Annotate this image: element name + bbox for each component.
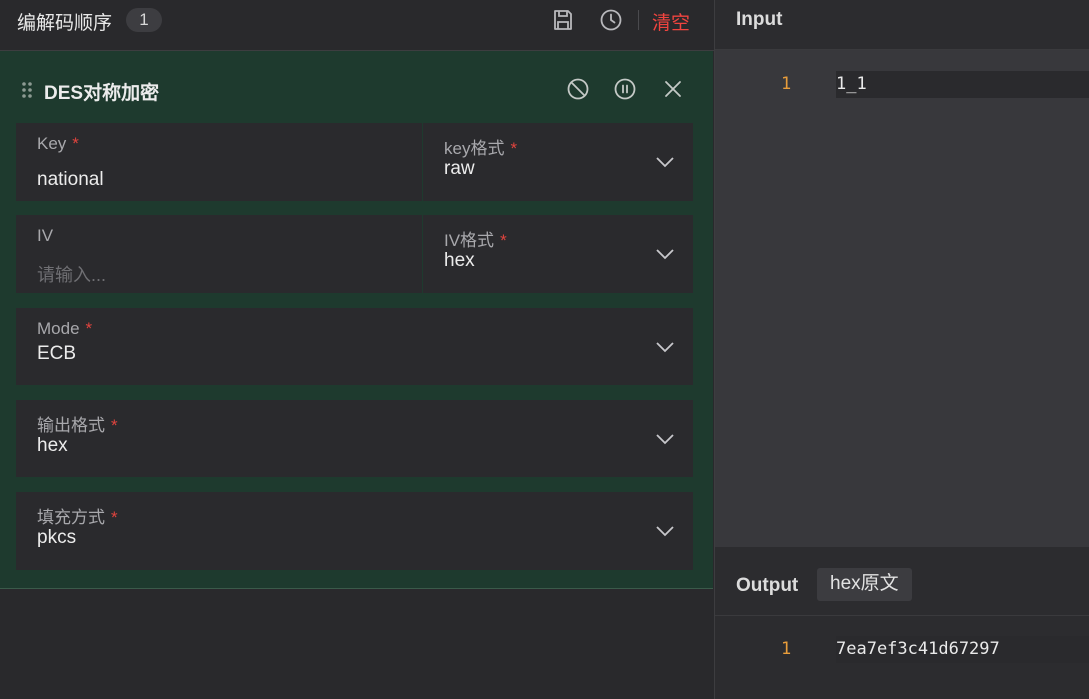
key-label: Key * (37, 134, 79, 153)
chevron-down-icon (656, 526, 674, 537)
mode-value: ECB (37, 343, 77, 364)
save-icon[interactable] (551, 8, 575, 32)
output-format-value: hex (37, 435, 68, 456)
key-format-value: raw (444, 158, 475, 179)
output-editor[interactable]: 1 7ea7ef3c41d67297 (715, 616, 1089, 699)
output-format-select[interactable]: 输出格式 * hex (16, 400, 693, 477)
key-input[interactable]: national (37, 169, 104, 191)
drag-handle-icon[interactable] (21, 81, 33, 99)
chevron-down-icon (656, 157, 674, 168)
chevron-down-icon (656, 434, 674, 445)
close-icon[interactable] (661, 77, 685, 101)
pipeline-panel: 编解码顺序 1 清空 DES对称加密 Key * national key格式 … (0, 0, 714, 699)
mode-select[interactable]: Mode * ECB (16, 308, 693, 385)
output-format-tag[interactable]: hex原文 (817, 568, 912, 601)
clear-button[interactable]: 清空 (652, 8, 690, 35)
iv-label: IV (37, 226, 54, 245)
iv-format-value: hex (444, 250, 475, 271)
pipeline-title: 编解码顺序 (17, 13, 113, 34)
chevron-down-icon (656, 342, 674, 353)
input-text[interactable]: 1_1 (836, 74, 867, 94)
line-number: 1 (781, 74, 792, 94)
operation-title: DES对称加密 (44, 83, 160, 104)
code-line[interactable]: 7ea7ef3c41d67297 (836, 636, 1089, 663)
chevron-down-icon (656, 249, 674, 260)
output-header: Output hex原文 (715, 547, 1089, 616)
code-line[interactable]: 1_1 (836, 71, 1089, 98)
padding-label: 填充方式 * (37, 508, 118, 527)
step-count-badge: 1 (126, 8, 162, 32)
key-field[interactable]: Key * national (16, 123, 422, 201)
line-number: 1 (781, 639, 792, 659)
iv-field[interactable]: IV 请输入... (16, 215, 422, 293)
input-header: Input (715, 0, 1089, 50)
padding-select[interactable]: 填充方式 * pkcs (16, 492, 693, 570)
pause-icon[interactable] (613, 77, 637, 101)
io-panel: Input 1 1_1 Output hex原文 1 7ea7ef3c41d67… (714, 0, 1089, 699)
key-format-label: key格式 * (444, 139, 518, 158)
pipeline-header: 编解码顺序 1 清空 (0, 0, 714, 51)
key-format-select[interactable]: key格式 * raw (423, 123, 693, 201)
input-label: Input (736, 9, 783, 30)
des-operation-card: DES对称加密 Key * national key格式 * raw IV 请输入.… (0, 51, 713, 589)
disable-icon[interactable] (566, 77, 590, 101)
padding-value: pkcs (37, 527, 77, 548)
iv-format-label: IV格式 * (444, 231, 507, 250)
iv-input[interactable]: 请输入... (37, 261, 106, 287)
input-editor[interactable]: 1 1_1 (715, 50, 1089, 547)
iv-format-select[interactable]: IV格式 * hex (423, 215, 693, 293)
mode-label: Mode * (37, 319, 93, 338)
header-divider (638, 10, 639, 30)
output-format-label: 输出格式 * (37, 416, 118, 435)
output-text[interactable]: 7ea7ef3c41d67297 (836, 639, 1000, 659)
output-label: Output (736, 575, 799, 596)
history-icon[interactable] (599, 8, 623, 32)
